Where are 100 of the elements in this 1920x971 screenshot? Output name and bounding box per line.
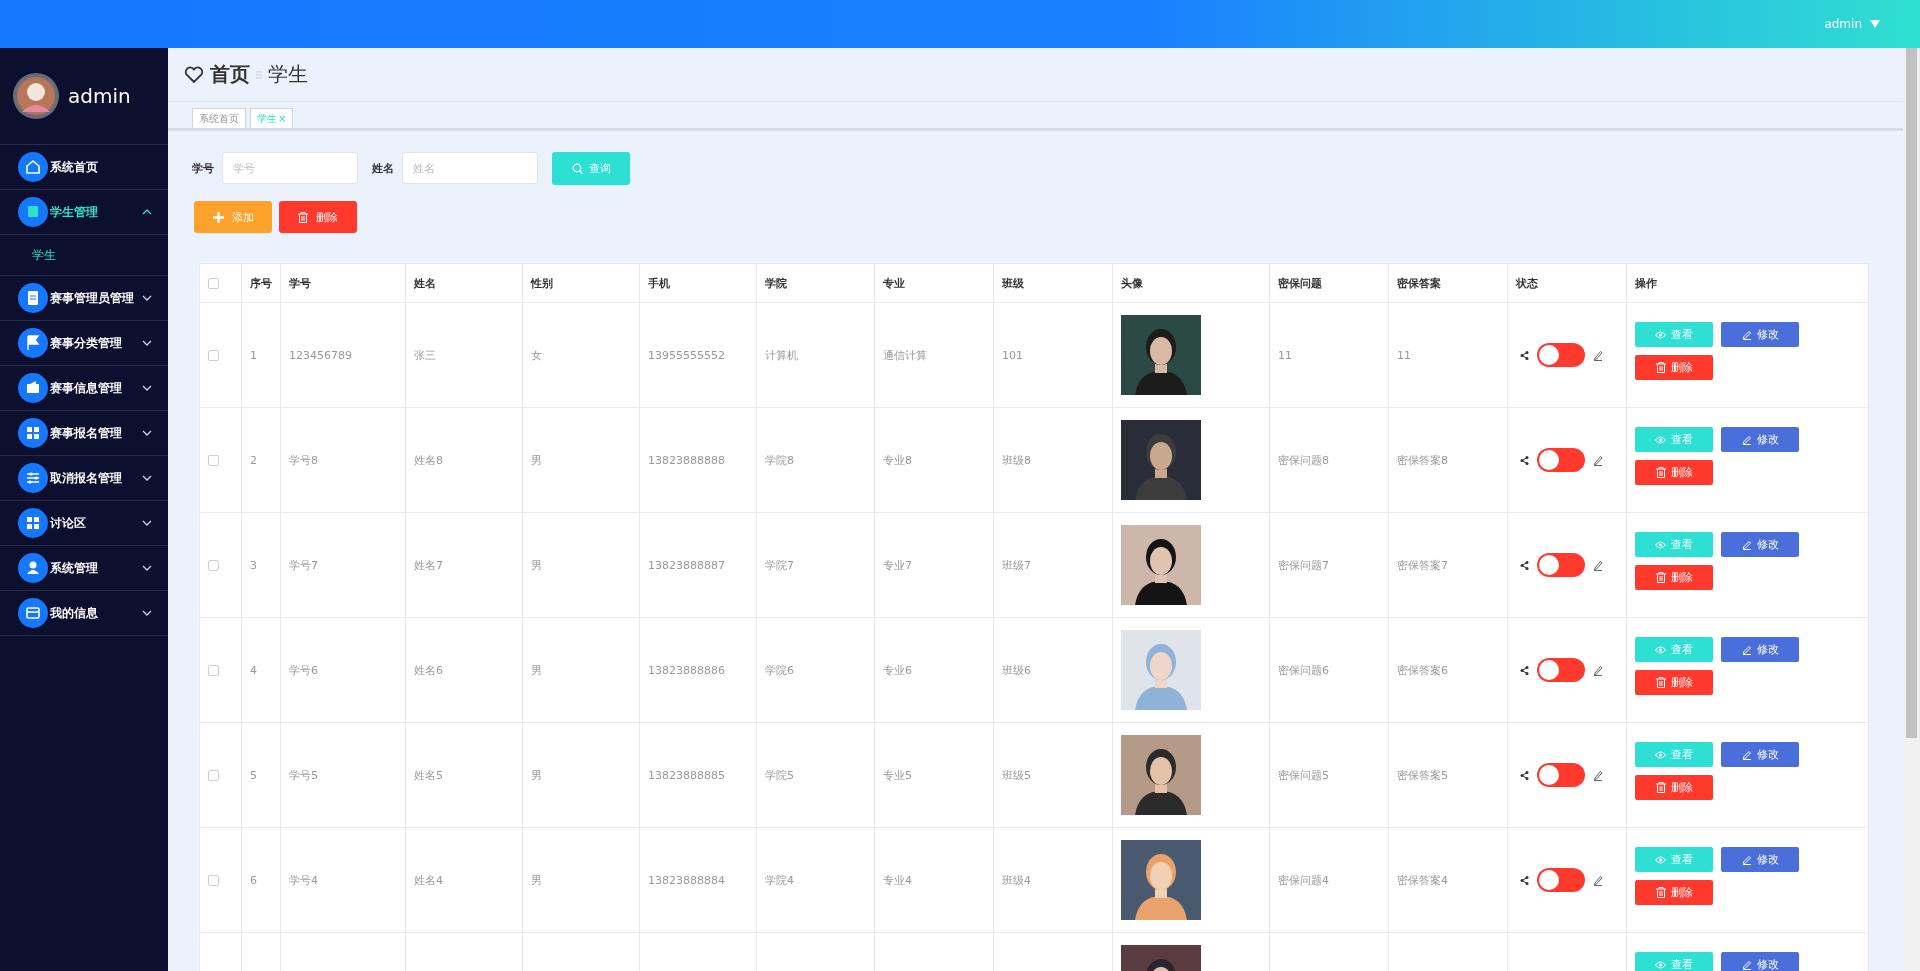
- column-header: 姓名: [406, 264, 523, 302]
- table-cell: 姓名5: [414, 767, 443, 783]
- table-cell: 学号8: [289, 452, 318, 468]
- edit-button[interactable]: 修改: [1721, 952, 1799, 971]
- table-cell: 专业4: [883, 872, 912, 888]
- delete-button[interactable]: 删除: [1635, 670, 1713, 695]
- person-icon: [18, 553, 48, 583]
- share-icon: [1520, 875, 1529, 885]
- table-cell: 学院7: [765, 557, 794, 573]
- pencil-icon: [1741, 329, 1752, 340]
- row-checkbox[interactable]: [208, 454, 219, 466]
- table-cell: 班级7: [1002, 557, 1031, 573]
- table-cell: 学号7: [289, 557, 318, 573]
- pencil-icon: [1741, 959, 1752, 970]
- eye-icon: [1655, 960, 1666, 969]
- table-cell: 学号6: [289, 662, 318, 678]
- edit-button[interactable]: 修改: [1721, 637, 1799, 662]
- table-cell: 13823888886: [648, 663, 725, 677]
- menu-item[interactable]: 赛事分类管理: [0, 321, 168, 366]
- select-all-checkbox[interactable]: [208, 277, 219, 289]
- table-cell: 专业5: [883, 767, 912, 783]
- table-cell: 密保问题8: [1278, 452, 1329, 468]
- trash-icon: [1655, 572, 1666, 583]
- search-field[interactable]: 姓名: [402, 152, 538, 184]
- edit-button[interactable]: 修改: [1721, 847, 1799, 872]
- breadcrumb-home[interactable]: 首页: [210, 61, 250, 88]
- page-tab[interactable]: 系统首页: [192, 108, 246, 128]
- menu-item[interactable]: 取消报名管理: [0, 456, 168, 501]
- edit-button[interactable]: 修改: [1721, 742, 1799, 767]
- table-cell: 姓名6: [414, 662, 443, 678]
- pencil-icon: [1741, 644, 1752, 655]
- menu-item[interactable]: 系统首页: [0, 145, 168, 190]
- table-cell: 班级6: [1002, 662, 1031, 678]
- delete-button[interactable]: 删除: [1635, 880, 1713, 905]
- table-cell: 密保问题6: [1278, 662, 1329, 678]
- clipboard-icon: [18, 283, 48, 313]
- pencil-icon: [1593, 349, 1603, 361]
- status-switch[interactable]: [1537, 868, 1585, 892]
- table-cell: 密保答案8: [1397, 452, 1448, 468]
- menu-item[interactable]: 学生管理: [0, 190, 168, 235]
- pencil-icon: [1741, 539, 1752, 550]
- table-cell: 密保答案4: [1397, 872, 1448, 888]
- status-switch[interactable]: [1537, 553, 1585, 577]
- edit-button[interactable]: 修改: [1721, 322, 1799, 347]
- menu-item[interactable]: 赛事管理员管理: [0, 276, 168, 321]
- delete-button[interactable]: 删除: [1635, 565, 1713, 590]
- delete-button[interactable]: 删除: [1635, 775, 1713, 800]
- table-cell: 11: [1397, 348, 1411, 362]
- edit-button[interactable]: 修改: [1721, 532, 1799, 557]
- delete-button[interactable]: 删除: [1635, 355, 1713, 380]
- table-cell: 计算机: [765, 347, 798, 363]
- menu-item[interactable]: 我的信息: [0, 591, 168, 636]
- menu-item[interactable]: 赛事报名管理: [0, 411, 168, 456]
- row-checkbox[interactable]: [208, 769, 219, 781]
- pencil-icon: [1593, 769, 1603, 781]
- status-switch[interactable]: [1537, 658, 1585, 682]
- table-cell: 专业7: [883, 557, 912, 573]
- table-cell: 姓名4: [414, 872, 443, 888]
- table-cell: 1: [250, 348, 257, 362]
- column-header: 班级: [994, 264, 1113, 302]
- sliders-icon: [18, 463, 48, 493]
- trash-icon: [1655, 467, 1666, 478]
- pencil-icon: [1593, 664, 1603, 676]
- table-cell: 3: [250, 558, 257, 572]
- separator-icon: [256, 70, 262, 79]
- share-icon: [1520, 665, 1529, 675]
- table-cell: 通信计算: [883, 347, 927, 363]
- table-cell: 13823888887: [648, 558, 725, 572]
- delete-button[interactable]: 删除: [1635, 460, 1713, 485]
- menu-item[interactable]: 系统管理: [0, 546, 168, 591]
- table-cell: 男: [531, 872, 542, 888]
- table-cell: 男: [531, 557, 542, 573]
- table-cell: 2: [250, 453, 257, 467]
- pencil-icon: [1593, 874, 1603, 886]
- column-header: 序号: [242, 264, 281, 302]
- row-checkbox[interactable]: [208, 559, 219, 571]
- add-button[interactable]: 添加: [194, 201, 272, 233]
- column-header: 专业: [875, 264, 994, 302]
- table-cell: 密保答案5: [1397, 767, 1448, 783]
- menu-item[interactable]: 讨论区: [0, 501, 168, 546]
- menu-item[interactable]: 赛事信息管理: [0, 366, 168, 411]
- table-cell: 男: [531, 767, 542, 783]
- eye-icon: [1655, 750, 1666, 759]
- pencil-icon: [1593, 454, 1603, 466]
- delete-button[interactable]: 删除: [279, 201, 357, 233]
- row-checkbox[interactable]: [208, 874, 219, 886]
- status-switch[interactable]: [1537, 343, 1585, 367]
- table-cell: 密保答案6: [1397, 662, 1448, 678]
- table-cell: 13955555552: [648, 348, 725, 362]
- table-cell: 13823888885: [648, 768, 725, 782]
- status-switch[interactable]: [1537, 763, 1585, 787]
- status-switch[interactable]: [1537, 448, 1585, 472]
- table-cell: 6: [250, 873, 257, 887]
- scrollbar[interactable]: [1903, 48, 1920, 971]
- column-header: 学院: [757, 264, 875, 302]
- row-checkbox[interactable]: [208, 664, 219, 676]
- row-checkbox[interactable]: [208, 349, 219, 361]
- field-label: 学号: [192, 160, 214, 176]
- table-cell: 密保答案7: [1397, 557, 1448, 573]
- edit-button[interactable]: 修改: [1721, 427, 1799, 452]
